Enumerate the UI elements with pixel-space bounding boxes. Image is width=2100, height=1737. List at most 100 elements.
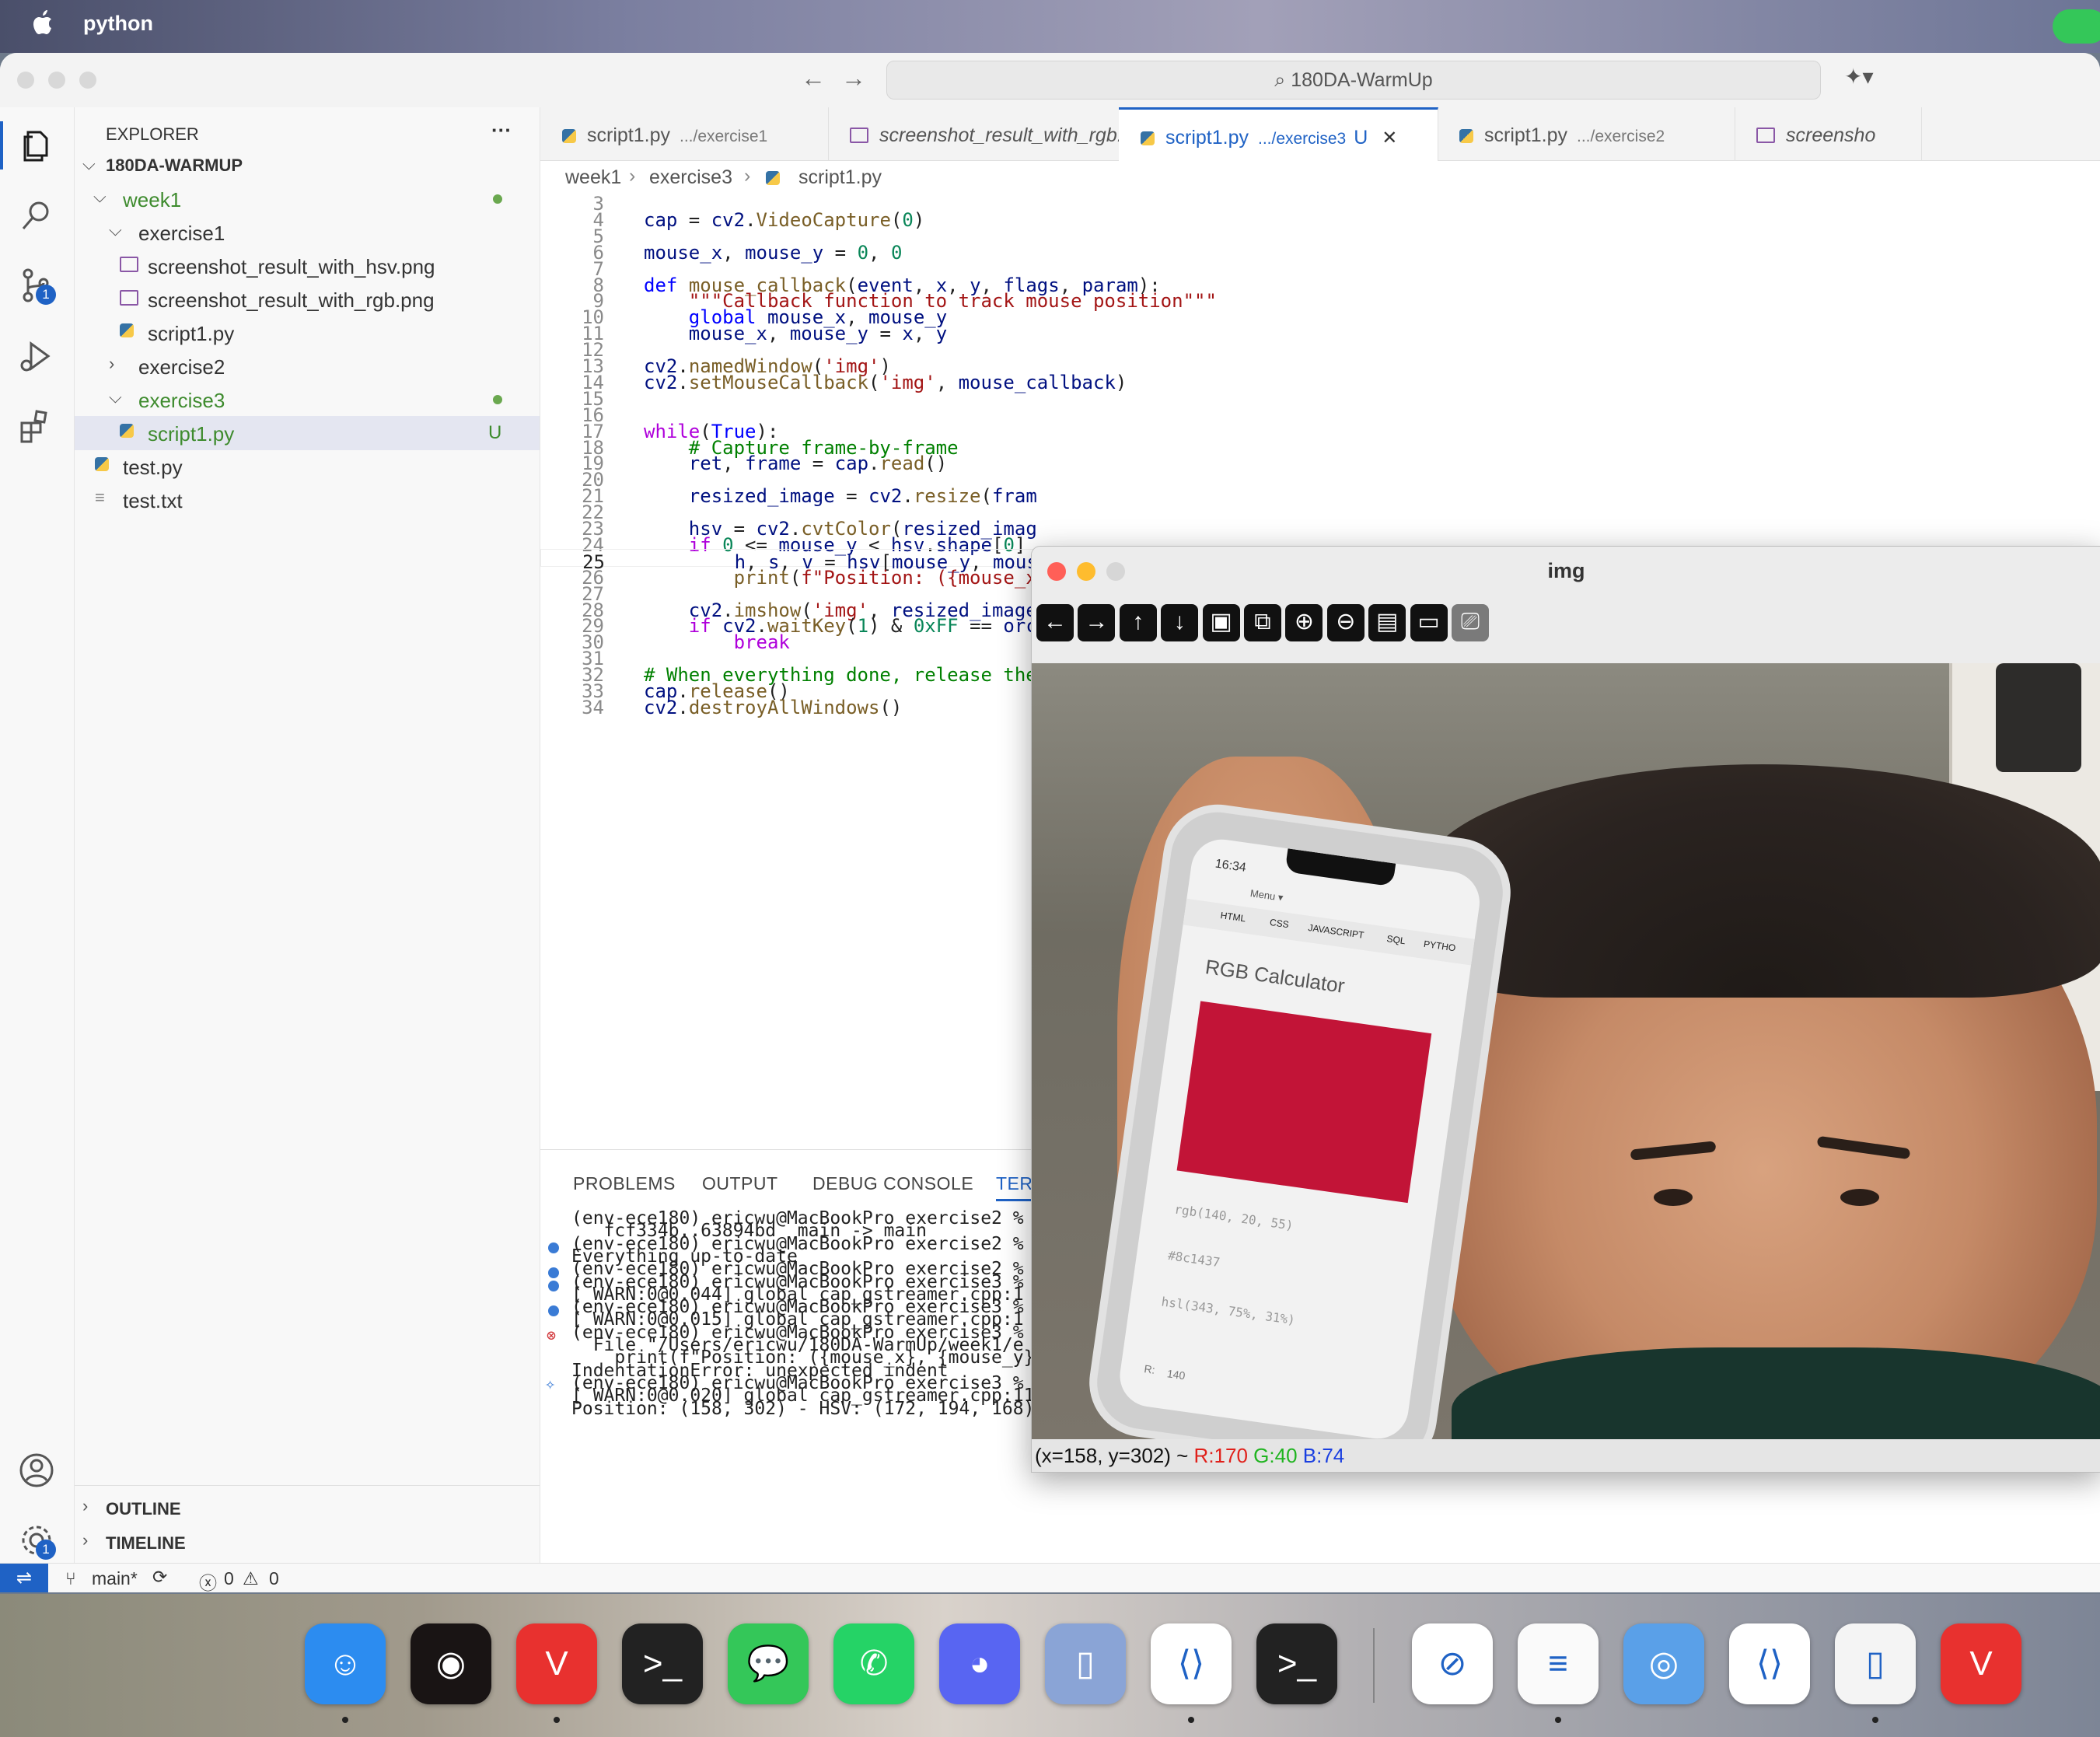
camera-app-icon[interactable]: ◎ bbox=[1623, 1623, 1704, 1704]
code-line[interactable]: 34 cv2.destroyAllWindows() bbox=[540, 695, 1038, 718]
breadcrumb-exercise3[interactable]: exercise3 bbox=[649, 166, 732, 189]
code-line[interactable]: 24 if 0 <= mouse_y < hsv.shape[0] bbox=[540, 533, 1038, 556]
warning-count[interactable]: 0 bbox=[269, 1568, 279, 1589]
search-icon[interactable] bbox=[17, 196, 56, 235]
run-debug-icon[interactable] bbox=[17, 337, 56, 376]
sparkle-icon[interactable]: ✧ bbox=[545, 1375, 555, 1394]
sync-icon[interactable]: ⟳ bbox=[152, 1567, 167, 1588]
code-line[interactable]: 9 """Callback function to track mouse po… bbox=[540, 288, 1217, 312]
tree-item[interactable]: script1.py bbox=[75, 316, 540, 350]
safari-icon[interactable]: ⊘ bbox=[1412, 1623, 1493, 1704]
breadcrumb-week1[interactable]: week1 bbox=[565, 166, 621, 189]
tree-item[interactable]: script1.py U bbox=[75, 416, 540, 450]
zoom-window-button[interactable] bbox=[79, 72, 96, 89]
vscode-icon[interactable]: ⟨⟩ bbox=[1729, 1623, 1810, 1704]
arrow-up-icon[interactable]: ↑ bbox=[1119, 604, 1157, 641]
clipboard-icon[interactable]: ▭ bbox=[1410, 604, 1448, 641]
account-icon[interactable] bbox=[17, 1451, 56, 1490]
tree-item[interactable]: ⌵ exercise1 bbox=[75, 215, 540, 250]
terminal-icon[interactable]: >_ bbox=[1256, 1623, 1337, 1704]
code-line[interactable]: 8 def mouse_callback(event, x, y, flags, … bbox=[540, 273, 1161, 296]
code-line[interactable]: 5 bbox=[540, 224, 1038, 247]
tab-problems[interactable]: PROBLEMS bbox=[573, 1173, 676, 1194]
command-center-search[interactable]: ⌕ 180DA-WarmUp bbox=[886, 61, 1821, 100]
editor-tab[interactable]: script1.py .../exercise1 bbox=[540, 107, 829, 160]
finder-icon[interactable]: ☺ bbox=[305, 1623, 386, 1704]
editor-tab[interactable]: screensho bbox=[1735, 107, 1922, 160]
tree-item[interactable]: ⌵ exercise3 bbox=[75, 383, 540, 417]
discord-icon[interactable]: ◕ bbox=[939, 1623, 1020, 1704]
terminal-icon[interactable]: >_ bbox=[622, 1623, 703, 1704]
save-icon[interactable]: ▤ bbox=[1368, 604, 1406, 641]
error-count[interactable]: 0 bbox=[224, 1568, 234, 1589]
code-line[interactable]: 20 bbox=[540, 467, 1038, 491]
tab-debug-console[interactable]: DEBUG CONSOLE bbox=[812, 1173, 973, 1194]
breadcrumb-file[interactable]: script1.py bbox=[798, 166, 882, 189]
copilot-icon[interactable]: ✦▾ bbox=[1844, 64, 1874, 89]
code-line[interactable]: 32 # When everything done, release the bbox=[540, 662, 1038, 686]
code-line[interactable]: 26 print(f"Position: ({mouse_x bbox=[540, 565, 1038, 589]
code-line[interactable]: 31 bbox=[540, 646, 1038, 669]
code-line[interactable]: 16 bbox=[540, 403, 1038, 426]
editor-tab[interactable]: script1.py .../exercise2 bbox=[1438, 107, 1735, 160]
zoom-out-icon[interactable]: ⊖ bbox=[1326, 604, 1364, 641]
close-tab-icon[interactable]: ✕ bbox=[1382, 128, 1397, 149]
code-line[interactable]: 14 cv2.setMouseCallback('img', mouse_call… bbox=[540, 370, 1127, 393]
code-line[interactable]: 13 cv2.namedWindow('img') bbox=[540, 354, 1038, 377]
explorer-files-icon[interactable] bbox=[17, 126, 56, 165]
more-actions-button[interactable]: ··· bbox=[491, 118, 512, 142]
code-line[interactable]: 21 resized_image = cv2.resize(fram bbox=[540, 484, 1038, 507]
messages-icon[interactable]: 💬 bbox=[728, 1623, 809, 1704]
image-zoom-icon[interactable]: ⧉ bbox=[1244, 604, 1281, 641]
image-icon[interactable]: ▣ bbox=[1202, 604, 1240, 641]
code-line[interactable]: 7 bbox=[540, 257, 1038, 280]
code-line[interactable]: 27 bbox=[540, 582, 1038, 605]
code-line[interactable]: 18 # Capture frame-by-frame bbox=[540, 435, 1038, 459]
notes-icon[interactable]: ≡ bbox=[1518, 1623, 1599, 1704]
code-line[interactable]: 30 break bbox=[540, 630, 1038, 653]
vivaldi-icon[interactable]: V bbox=[516, 1623, 597, 1704]
code-editor[interactable]: 3 4 cap = cv2.VideoCapture(0) 5 6 mouse_x, mo… bbox=[540, 191, 1217, 1149]
tree-item[interactable]: ≡ test.txt bbox=[75, 483, 540, 517]
back-arrow-icon[interactable]: ← bbox=[801, 64, 826, 93]
code-line[interactable]: 11 mouse_x, mouse_y = x, y bbox=[540, 321, 1038, 344]
code-line[interactable]: 4 cap = cv2.VideoCapture(0) bbox=[540, 208, 1038, 231]
arrow-right-icon[interactable]: → bbox=[1078, 604, 1116, 641]
code-line[interactable]: 3 bbox=[540, 191, 1038, 215]
editor-tab[interactable]: screenshot_result_with_rgb.png.../exerci… bbox=[828, 107, 1253, 160]
zoom-in-icon[interactable]: ⊕ bbox=[1285, 604, 1323, 641]
vivaldi-icon[interactable]: V bbox=[1941, 1623, 2021, 1704]
branch-name[interactable]: main* bbox=[92, 1568, 138, 1589]
minimize-window-button[interactable] bbox=[48, 72, 65, 89]
source-control-icon[interactable]: 1 bbox=[17, 266, 56, 305]
spotify-icon[interactable]: ◉ bbox=[411, 1623, 491, 1704]
tree-item[interactable]: screenshot_result_with_hsv.png bbox=[75, 249, 540, 283]
editor-tab[interactable]: script1.py .../exercise3 U ✕ bbox=[1119, 107, 1438, 161]
document-icon[interactable]: ▯ bbox=[1835, 1623, 1916, 1704]
simulator-icon[interactable]: ▯ bbox=[1045, 1623, 1126, 1704]
code-line[interactable]: 10 global mouse_x, mouse_y bbox=[540, 305, 1038, 328]
code-line[interactable]: 17 while(True): bbox=[540, 419, 1038, 442]
status-toggle-icon[interactable] bbox=[2053, 9, 2100, 44]
remote-indicator-icon[interactable]: ⇌ bbox=[0, 1564, 48, 1592]
code-line[interactable]: 23 hsv = cv2.cvtColor(resized_imag bbox=[540, 516, 1038, 540]
code-line[interactable]: 25 h, s, v = hsv[mouse_y, mous bbox=[540, 548, 1040, 573]
brush-icon[interactable]: ⎚ bbox=[1452, 604, 1489, 641]
camera-frame[interactable]: 16:34 Menu ▾ HTML CSS JAVASCRIPT SQL PYT… bbox=[1032, 663, 2100, 1439]
tree-item[interactable]: screenshot_result_with_rgb.png bbox=[75, 282, 540, 316]
tree-item[interactable]: ⌵ week1 bbox=[75, 182, 540, 216]
code-line[interactable]: 29 if cv2.waitKey(1) & 0xFF == orc bbox=[540, 613, 1038, 637]
settings-gear-icon[interactable]: 1 bbox=[17, 1521, 56, 1560]
apple-icon[interactable] bbox=[31, 9, 53, 36]
timeline-section[interactable]: › TIMELINE bbox=[75, 1526, 540, 1560]
code-line[interactable]: 19 ret, frame = cap.read() bbox=[540, 451, 1038, 474]
tree-item[interactable]: › exercise2 bbox=[75, 349, 540, 383]
code-line[interactable]: 12 bbox=[540, 337, 1038, 361]
tab-output[interactable]: OUTPUT bbox=[702, 1173, 778, 1194]
active-app-name[interactable]: python bbox=[83, 12, 153, 36]
workspace-root[interactable]: ⌵ 180DA-WARMUP bbox=[75, 148, 540, 182]
code-line[interactable]: 22 bbox=[540, 500, 1038, 523]
code-line[interactable]: 15 bbox=[540, 386, 1038, 410]
close-window-button[interactable] bbox=[17, 72, 34, 89]
outline-section[interactable]: › OUTLINE bbox=[75, 1491, 540, 1526]
